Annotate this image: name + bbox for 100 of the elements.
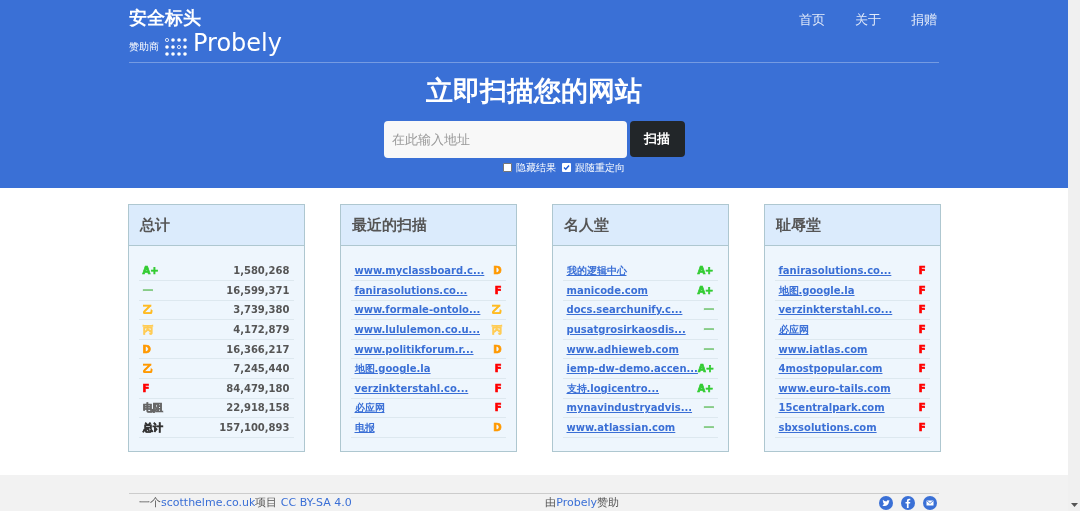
site-link[interactable]: docs.searchunify.c... xyxy=(566,302,683,318)
site-link[interactable]: www.atlassian.com xyxy=(566,419,676,435)
grade-label: 丙 xyxy=(491,322,502,337)
site-link[interactable]: 我的逻辑中心 xyxy=(566,263,627,279)
page-heading: 立即扫描您的网站 xyxy=(426,74,642,108)
site-link[interactable]: 地图.google.la xyxy=(778,282,855,298)
card-title: 总计 xyxy=(128,205,304,247)
grade-label: 一 xyxy=(703,401,714,416)
grade-label: F xyxy=(494,283,502,298)
sponsor-link[interactable]: Probely xyxy=(556,495,597,509)
site-link[interactable]: scotthelme.co.uk xyxy=(161,495,256,509)
grade-label: 乙 xyxy=(142,362,153,377)
grade-label: A+ xyxy=(142,264,159,279)
grade-label: A+ xyxy=(697,283,714,298)
grade-label: F xyxy=(918,283,926,298)
grade-label: 乙 xyxy=(491,303,502,318)
card-title: 耻辱堂 xyxy=(764,205,940,247)
grade-label: F xyxy=(918,420,926,435)
sponsor-label: 赞助商 xyxy=(129,40,159,54)
site-link[interactable]: 电报 xyxy=(354,419,375,435)
grade-label: 一 xyxy=(142,283,153,298)
grade-label: F xyxy=(918,381,926,396)
grade-label: 一 xyxy=(703,342,714,357)
grade-label: D xyxy=(493,264,502,279)
checkbox-label: 跟随重定向 xyxy=(575,161,625,175)
site-link[interactable]: manicode.com xyxy=(566,282,648,298)
grade-label: A+ xyxy=(697,381,714,396)
sponsor-credit: 由Probely赞助 xyxy=(545,494,619,511)
grade-label: F xyxy=(142,381,150,396)
grade-label: F xyxy=(494,401,502,416)
site-title: 安全标头 xyxy=(129,6,202,30)
grade-label: 乙 xyxy=(142,303,153,318)
card-title: 最近的扫描 xyxy=(340,205,516,247)
site-link[interactable]: verzinkterstahl.co... xyxy=(778,302,893,318)
nav-link[interactable]: 首页 xyxy=(799,10,825,56)
license-link[interactable]: CC BY-SA 4.0 xyxy=(280,495,352,509)
grade-label: D xyxy=(493,342,502,357)
grade-label: F xyxy=(918,401,926,416)
grade-label: D xyxy=(493,420,502,435)
site-link[interactable]: fanirasolutions.co... xyxy=(354,282,468,298)
checkbox-label: 隐藏结果 xyxy=(516,161,556,175)
grade-label: 一 xyxy=(703,303,714,318)
count-value: 1,580,268 xyxy=(233,264,290,279)
site-link[interactable]: www.euro-tails.com xyxy=(778,380,891,396)
grade-label: 总计 xyxy=(142,420,163,435)
grade-label: 丙 xyxy=(142,322,153,337)
site-link[interactable]: www.iatlas.com xyxy=(778,341,868,357)
grade-label: A+ xyxy=(697,362,715,377)
count-value: 84,479,180 xyxy=(226,381,290,396)
sponsor-logo-text: Probely xyxy=(193,30,282,56)
grade-label: F xyxy=(918,322,926,337)
checkbox[interactable] xyxy=(562,163,571,172)
count-value: 157,100,893 xyxy=(219,420,290,435)
grade-label: F xyxy=(918,362,926,377)
grade-label: F xyxy=(918,342,926,357)
nav-link[interactable]: 捐赠 xyxy=(911,10,937,56)
card-title: 名人堂 xyxy=(552,205,728,247)
envelope-icon[interactable] xyxy=(923,495,937,510)
count-value: 7,245,440 xyxy=(233,362,290,377)
grade-label: F xyxy=(918,303,926,318)
count-value: 16,599,371 xyxy=(226,283,290,298)
site-link[interactable]: 支持.logicentro... xyxy=(566,380,659,396)
count-value: 3,739,380 xyxy=(233,303,290,318)
site-link[interactable]: pusatgrosirkaosdis... xyxy=(566,321,686,337)
grade-label: F xyxy=(494,381,502,396)
dots-logo-icon xyxy=(164,38,188,56)
site-link[interactable]: www.politikforum.r... xyxy=(354,341,474,357)
grade-label: F xyxy=(918,264,926,279)
site-link[interactable]: verzinkterstahl.co... xyxy=(354,380,469,396)
url-input-field[interactable]: 在此输入地址 xyxy=(383,121,627,158)
grade-label: D xyxy=(142,342,151,357)
bird-icon[interactable] xyxy=(879,495,893,510)
site-link[interactable]: mynavindustryadvis... xyxy=(566,400,693,416)
scan-button[interactable]: 扫描 xyxy=(629,121,685,157)
nav-link[interactable]: 关于 xyxy=(855,10,881,56)
grade-label: 电阻 xyxy=(142,401,163,416)
site-link[interactable]: 地图.google.la xyxy=(354,361,431,377)
site-link[interactable]: www.myclassboard.c... xyxy=(354,263,485,279)
grade-label: 一 xyxy=(703,420,714,435)
site-link[interactable]: www.lululemon.co.u... xyxy=(354,321,480,337)
project-credit: 一个scotthelme.co.uk项目 CC BY-SA 4.0 xyxy=(139,494,352,511)
site-link[interactable]: 必应网 xyxy=(778,321,809,337)
count-value: 4,172,879 xyxy=(233,322,290,337)
scroll-down-icon[interactable] xyxy=(1070,503,1078,507)
site-link[interactable]: www.adhieweb.com xyxy=(566,341,679,357)
grade-label: F xyxy=(494,362,502,377)
site-link[interactable]: 必应网 xyxy=(354,400,385,416)
scrollbar[interactable] xyxy=(1068,0,1080,511)
site-link[interactable]: www.formale-ontolo... xyxy=(354,302,481,318)
grade-label: 一 xyxy=(703,322,714,337)
site-link[interactable]: sbxsolutions.com xyxy=(778,419,877,435)
site-link[interactable]: iemp-dw-demo.accen... xyxy=(566,361,698,377)
count-value: 16,366,217 xyxy=(226,342,290,357)
site-link[interactable]: fanirasolutions.co... xyxy=(778,263,892,279)
checkbox[interactable] xyxy=(503,163,512,172)
site-link[interactable]: 15centralpark.com xyxy=(778,400,885,416)
grade-label: A+ xyxy=(697,264,714,279)
site-link[interactable]: 4mostpopular.com xyxy=(778,361,883,377)
count-value: 22,918,158 xyxy=(226,401,290,416)
facebook-icon[interactable] xyxy=(901,495,915,510)
